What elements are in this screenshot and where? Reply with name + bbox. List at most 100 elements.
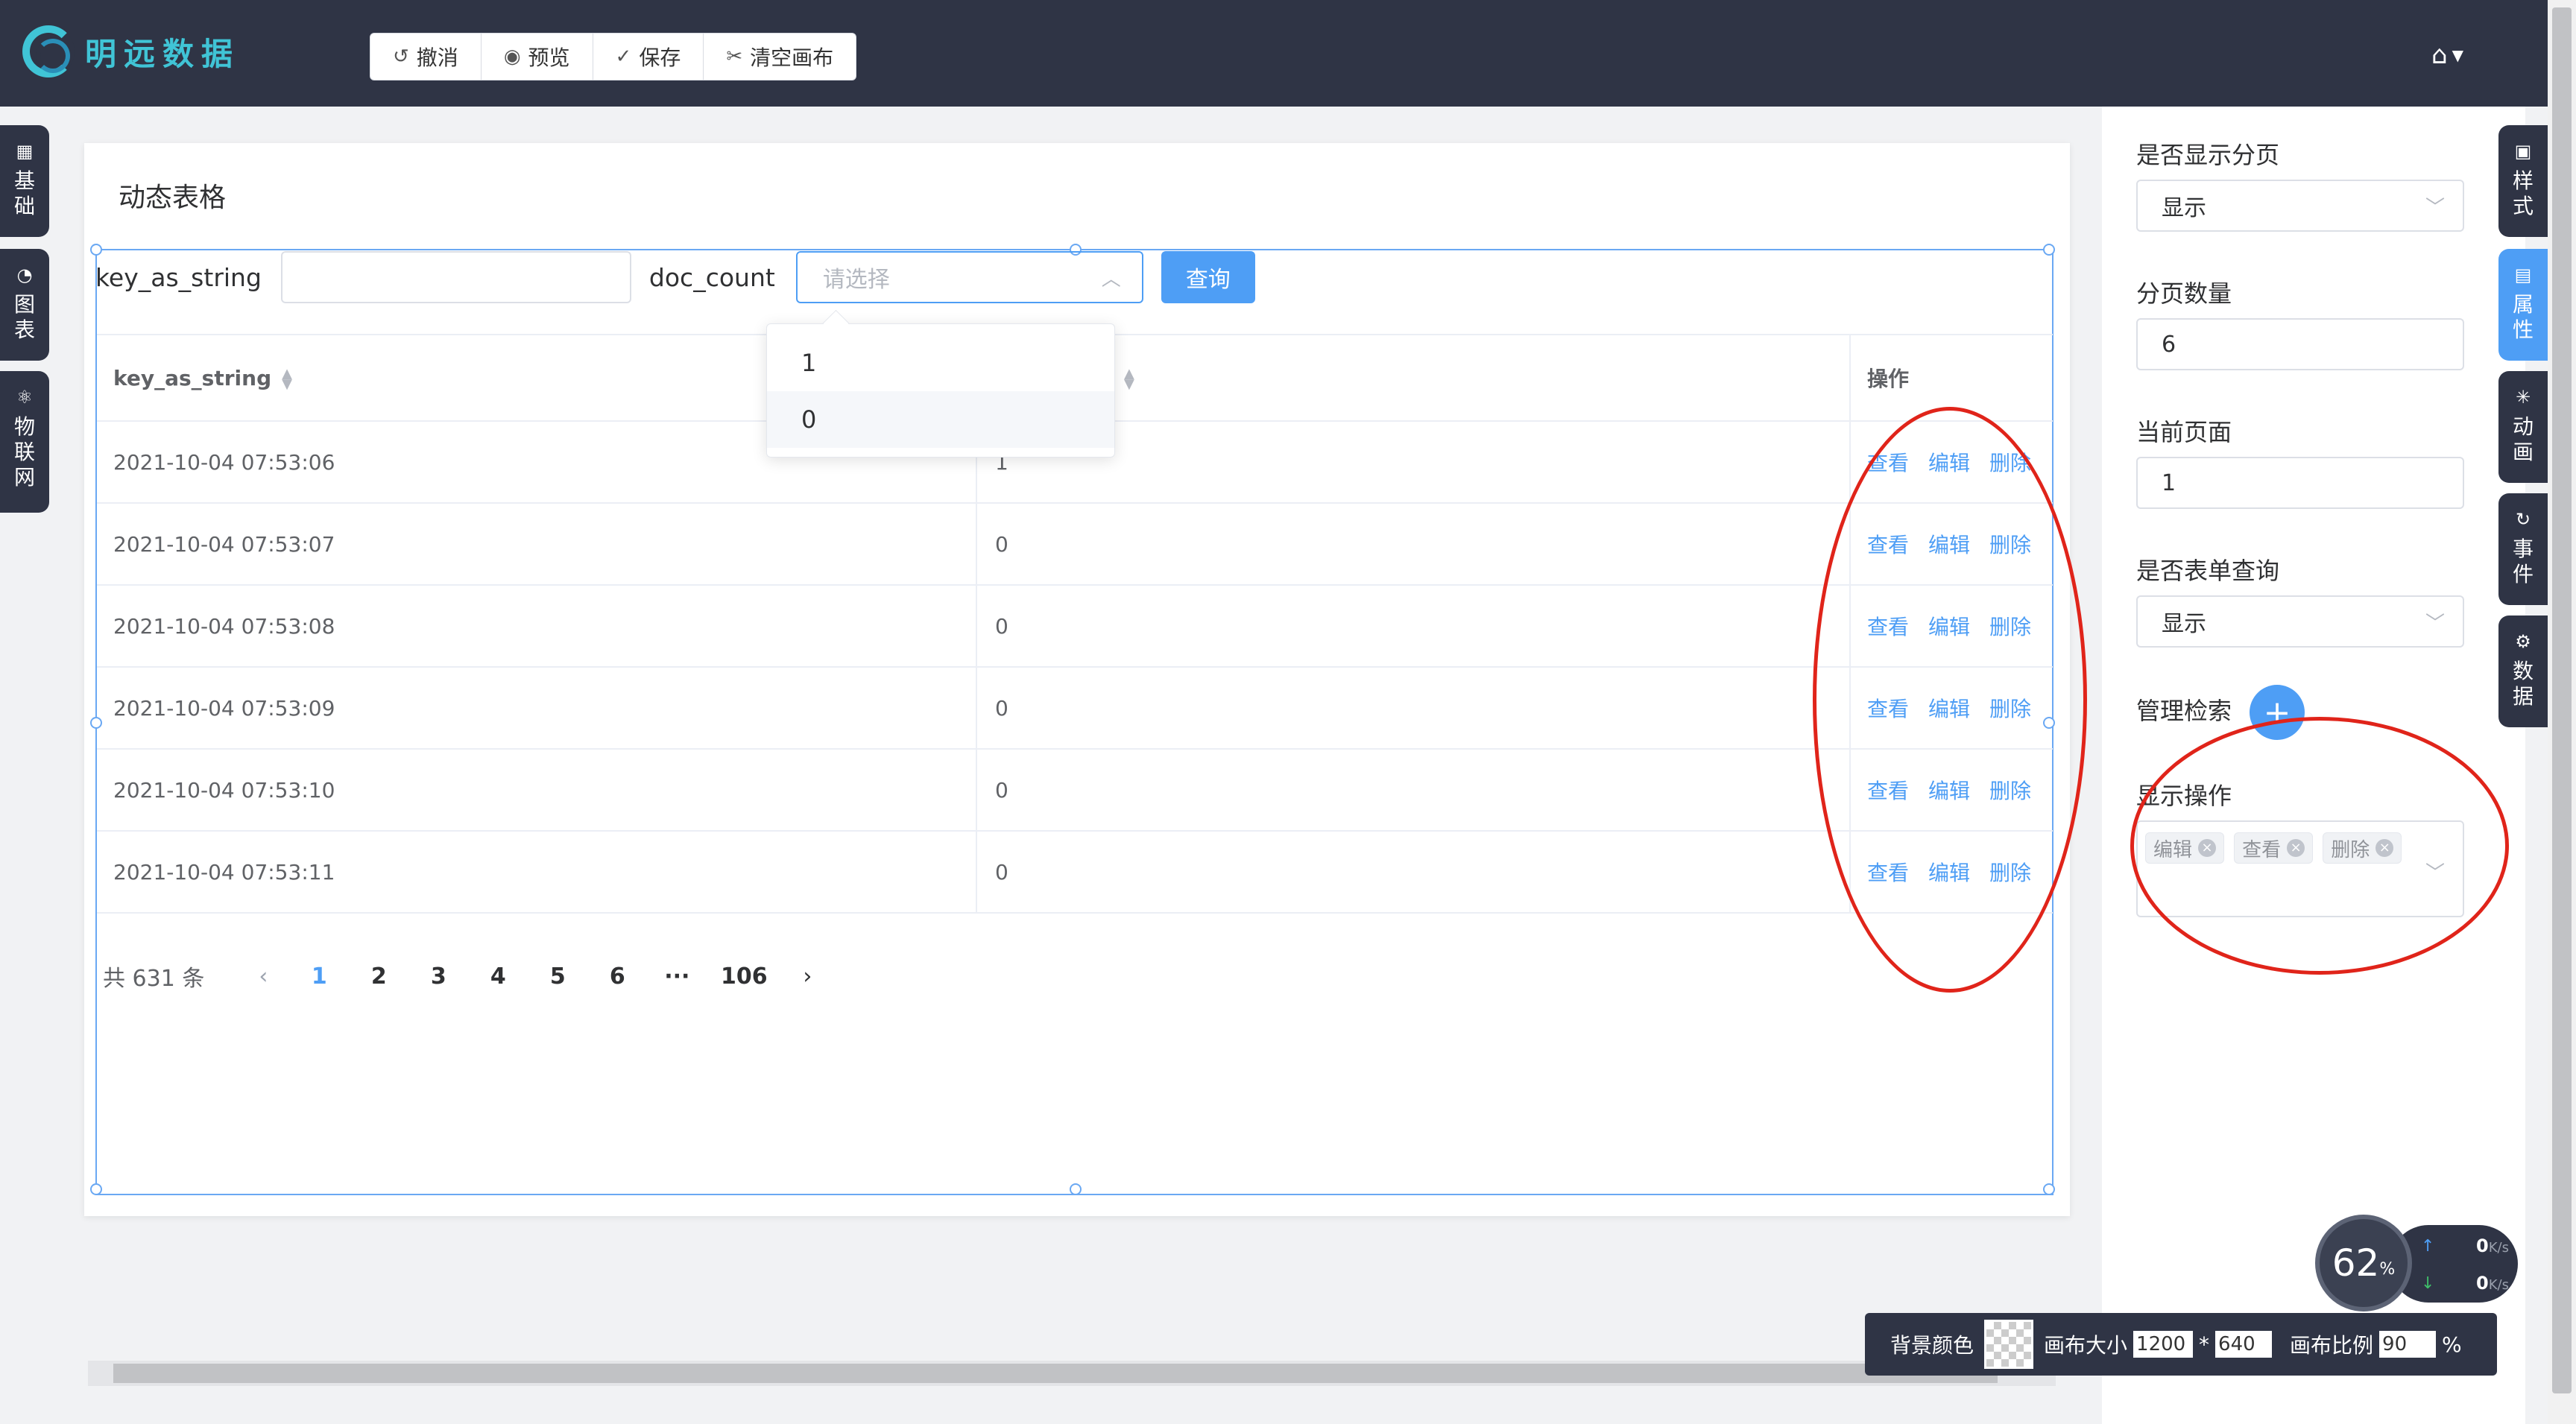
side-tab-basic-label: 基础 [13, 168, 35, 218]
horizontal-scrollbar[interactable] [88, 1361, 2056, 1386]
canvas-width-input[interactable] [2133, 1331, 2194, 1358]
table-row: 2021-10-04 07:53:08 0 查看 编辑 删除 [97, 585, 2053, 668]
close-icon[interactable]: × [2287, 839, 2305, 857]
scroll-thumb[interactable] [113, 1364, 1998, 1383]
resize-handle[interactable] [2043, 244, 2055, 256]
canvas-height-input[interactable] [2215, 1331, 2273, 1358]
view-link[interactable]: 查看 [1867, 697, 1909, 721]
bg-color-picker[interactable] [1984, 1320, 2034, 1369]
page-number[interactable]: 5 [528, 963, 587, 990]
table-row: 2021-10-04 07:53:11 0 查看 编辑 删除 [97, 831, 2053, 914]
page-size-input[interactable]: 6 [2136, 318, 2464, 370]
edit-link[interactable]: 编辑 [1928, 615, 1970, 639]
delete-link[interactable]: 删除 [1989, 533, 2031, 557]
page-number[interactable]: 1 [289, 963, 349, 990]
show-pager-value: 显示 [2162, 195, 2206, 221]
save-label: 保存 [639, 45, 681, 70]
delete-link[interactable]: 删除 [1989, 615, 2031, 639]
form-query-label: 是否表单查询 [2136, 557, 2280, 585]
delete-link[interactable]: 删除 [1989, 451, 2031, 475]
show-pager-label: 是否显示分页 [2136, 141, 2280, 169]
edit-link[interactable]: 编辑 [1928, 779, 1970, 803]
form-query-select[interactable]: 显示 ﹀ [2136, 595, 2464, 648]
eye-icon: ◉ [503, 45, 521, 68]
op-tag-label: 删除 [2331, 838, 2370, 861]
logo-icon [22, 25, 75, 77]
side-tab-attributes[interactable]: ▤ 属性 [2498, 249, 2548, 361]
canvas-ratio-input[interactable] [2379, 1331, 2437, 1358]
upload-value: 0 [2476, 1235, 2489, 1256]
cell-key: 2021-10-04 07:53:11 [97, 831, 977, 914]
add-search-button[interactable]: + [2250, 685, 2305, 740]
preview-button[interactable]: ◉ 预览 [482, 34, 593, 80]
sort-icon[interactable]: ▲ ▼ [282, 367, 292, 390]
cpu-percent-unit: % [2379, 1259, 2396, 1279]
side-tab-style[interactable]: ▣ 样式 [2498, 125, 2548, 237]
total-count: 共 631 条 [103, 966, 205, 992]
side-tab-chart[interactable]: ◔ 图表 [0, 249, 49, 361]
current-page-input[interactable]: 1 [2136, 457, 2464, 509]
app-logo[interactable]: 明远数据 [22, 25, 240, 77]
edit-link[interactable]: 编辑 [1928, 451, 1970, 475]
canvas-size-label: 画布大小 [2044, 1333, 2128, 1358]
delete-link[interactable]: 删除 [1989, 697, 2031, 721]
clear-canvas-button[interactable]: ✂ 清空画布 [704, 34, 856, 80]
chevron-down-icon: ▼ [2452, 46, 2463, 64]
filter-label-key: key_as_string [95, 262, 262, 292]
home-icon: ⌂ [2431, 40, 2448, 70]
next-page-icon[interactable]: › [781, 963, 833, 990]
view-link[interactable]: 查看 [1867, 779, 1909, 803]
show-ops-multiselect[interactable]: 编辑 × 查看 × 删除 × ﹀ [2136, 820, 2464, 917]
home-menu[interactable]: ⌂ ▼ [2431, 40, 2463, 70]
page-number[interactable]: 4 [468, 963, 528, 990]
select-dropdown: 1 0 [766, 323, 1115, 458]
side-tab-iot-label: 物联网 [13, 414, 35, 490]
cell-actions: 查看 编辑 删除 [1850, 503, 2053, 586]
prev-page-icon[interactable]: ‹ [237, 963, 289, 990]
network-speed-widget[interactable]: ↑ 0K/s ↓ 0K/s 62% [2315, 1215, 2518, 1311]
edit-link[interactable]: 编辑 [1928, 861, 1970, 885]
select-option[interactable]: 0 [767, 391, 1114, 448]
view-link[interactable]: 查看 [1867, 861, 1909, 885]
close-icon[interactable]: × [2198, 839, 2217, 857]
delete-link[interactable]: 删除 [1989, 779, 2031, 803]
resize-handle[interactable] [2043, 1183, 2055, 1195]
side-tab-chart-label: 图表 [13, 292, 35, 342]
current-page-label: 当前页面 [2136, 418, 2232, 446]
page-number[interactable]: 6 [587, 963, 647, 990]
cell-key: 2021-10-04 07:53:08 [97, 585, 977, 668]
vertical-scrollbar[interactable] [2548, 0, 2576, 1424]
scroll-thumb[interactable] [2552, 7, 2572, 1393]
side-tab-basic[interactable]: ▦ 基础 [0, 125, 49, 237]
sort-icon[interactable]: ▲ ▼ [1124, 367, 1134, 390]
resize-handle[interactable] [1070, 1183, 1082, 1195]
view-link[interactable]: 查看 [1867, 533, 1909, 557]
close-icon[interactable]: × [2375, 839, 2394, 857]
view-link[interactable]: 查看 [1867, 451, 1909, 475]
edit-link[interactable]: 编辑 [1928, 533, 1970, 557]
doc-count-select[interactable]: 请选择 ︿ [795, 251, 1143, 303]
filter-row: key_as_string doc_count 请选择 ︿ 查询 [95, 250, 1255, 304]
side-tab-iot[interactable]: ⚛ 物联网 [0, 371, 49, 513]
page-number[interactable]: 106 [707, 963, 781, 990]
undo-button[interactable]: ↺ 撤消 [370, 34, 482, 80]
page-ellipsis[interactable]: ··· [647, 963, 707, 990]
view-link[interactable]: 查看 [1867, 615, 1909, 639]
page-number[interactable]: 3 [408, 963, 468, 990]
query-button[interactable]: 查询 [1161, 251, 1255, 303]
chevron-down-icon: ﹀ [2425, 612, 2445, 635]
key-as-string-input[interactable] [280, 251, 631, 303]
side-tab-data[interactable]: ⚙ 数据 [2498, 616, 2548, 727]
show-pager-select[interactable]: 显示 ﹀ [2136, 180, 2464, 232]
style-icon: ▣ [2514, 141, 2532, 162]
cell-actions: 查看 编辑 删除 [1850, 749, 2053, 832]
page-number[interactable]: 2 [349, 963, 408, 990]
resize-handle[interactable] [90, 1183, 102, 1195]
side-tab-events[interactable]: ↻ 事件 [2498, 493, 2548, 605]
side-tab-animation[interactable]: ✳ 动画 [2498, 371, 2548, 483]
preview-label: 预览 [528, 45, 570, 70]
save-button[interactable]: ✓ 保存 [593, 34, 704, 80]
select-option[interactable]: 1 [767, 335, 1114, 391]
edit-link[interactable]: 编辑 [1928, 697, 1970, 721]
delete-link[interactable]: 删除 [1989, 861, 2031, 885]
